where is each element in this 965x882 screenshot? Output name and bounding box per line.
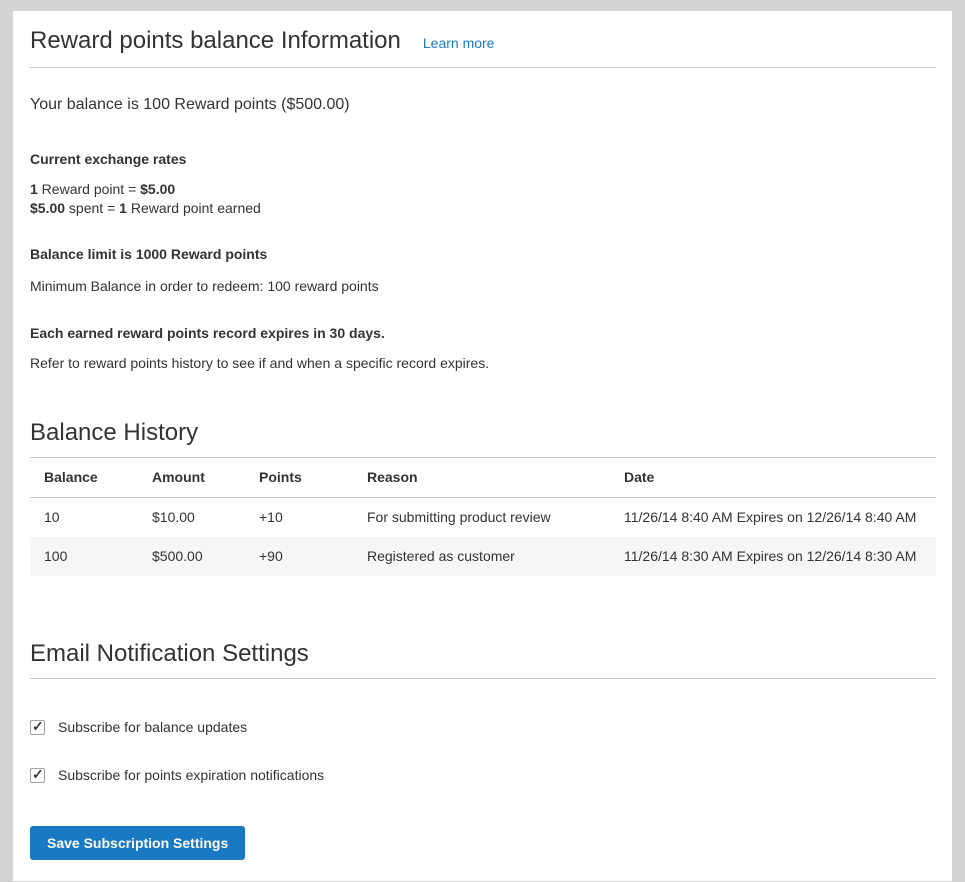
- cell-amount: $10.00: [152, 498, 259, 538]
- rate2-amount: $5.00: [30, 200, 65, 216]
- balance-history-title: Balance History: [30, 419, 936, 458]
- balance-summary: Your balance is 100 Reward points ($500.…: [30, 96, 936, 114]
- column-header-date: Date: [624, 458, 936, 498]
- cell-balance: 100: [30, 537, 152, 576]
- page-background: Reward points balance Information Learn …: [0, 0, 965, 882]
- email-settings-title: Email Notification Settings: [30, 640, 936, 679]
- exchange-rate-line-1: 1 Reward point = $5.00: [30, 180, 936, 199]
- rate2-points: 1: [119, 200, 127, 216]
- column-header-balance: Balance: [30, 458, 152, 498]
- page-title: Reward points balance Information: [30, 27, 401, 55]
- cell-points: +10: [259, 498, 367, 538]
- exchange-rates: 1 Reward point = $5.00 $5.00 spent = 1 R…: [30, 180, 936, 218]
- exchange-rates-heading: Current exchange rates: [30, 151, 936, 167]
- min-balance-text: Minimum Balance in order to redeem: 100 …: [30, 278, 936, 294]
- rate1-text: Reward point =: [38, 181, 140, 197]
- subscribe-expiration-checkbox[interactable]: [30, 768, 45, 783]
- rate2-text-end: Reward point earned: [127, 200, 261, 216]
- subscribe-balance-row: Subscribe for balance updates: [30, 719, 936, 735]
- column-header-reason: Reason: [367, 458, 624, 498]
- reward-points-panel: Reward points balance Information Learn …: [13, 11, 952, 881]
- cell-date: 11/26/14 8:30 AM Expires on 12/26/14 8:3…: [624, 537, 936, 576]
- table-row: 10 $10.00 +10 For submitting product rev…: [30, 498, 936, 538]
- learn-more-link[interactable]: Learn more: [423, 35, 495, 51]
- subscribe-expiration-label[interactable]: Subscribe for points expiration notifica…: [58, 767, 324, 783]
- expiry-rule-text: Each earned reward points record expires…: [30, 325, 936, 341]
- column-header-points: Points: [259, 458, 367, 498]
- subscribe-expiration-row: Subscribe for points expiration notifica…: [30, 767, 936, 783]
- panel-header: Reward points balance Information Learn …: [30, 27, 936, 68]
- table-header-row: Balance Amount Points Reason Date: [30, 458, 936, 498]
- balance-history-table: Balance Amount Points Reason Date 10 $10…: [30, 458, 936, 576]
- save-subscription-button[interactable]: Save Subscription Settings: [30, 826, 245, 860]
- column-header-amount: Amount: [152, 458, 259, 498]
- table-row: 100 $500.00 +90 Registered as customer 1…: [30, 537, 936, 576]
- cell-points: +90: [259, 537, 367, 576]
- cell-reason: For submitting product review: [367, 498, 624, 538]
- rate1-points: 1: [30, 181, 38, 197]
- balance-limit-text: Balance limit is 1000 Reward points: [30, 246, 936, 262]
- cell-amount: $500.00: [152, 537, 259, 576]
- subscribe-balance-label[interactable]: Subscribe for balance updates: [58, 719, 247, 735]
- subscribe-balance-checkbox[interactable]: [30, 720, 45, 735]
- rate2-text: spent =: [65, 200, 119, 216]
- cell-balance: 10: [30, 498, 152, 538]
- exchange-rate-line-2: $5.00 spent = 1 Reward point earned: [30, 199, 936, 218]
- expiry-note-text: Refer to reward points history to see if…: [30, 355, 936, 371]
- cell-reason: Registered as customer: [367, 537, 624, 576]
- rate1-amount: $5.00: [140, 181, 175, 197]
- cell-date: 11/26/14 8:40 AM Expires on 12/26/14 8:4…: [624, 498, 936, 538]
